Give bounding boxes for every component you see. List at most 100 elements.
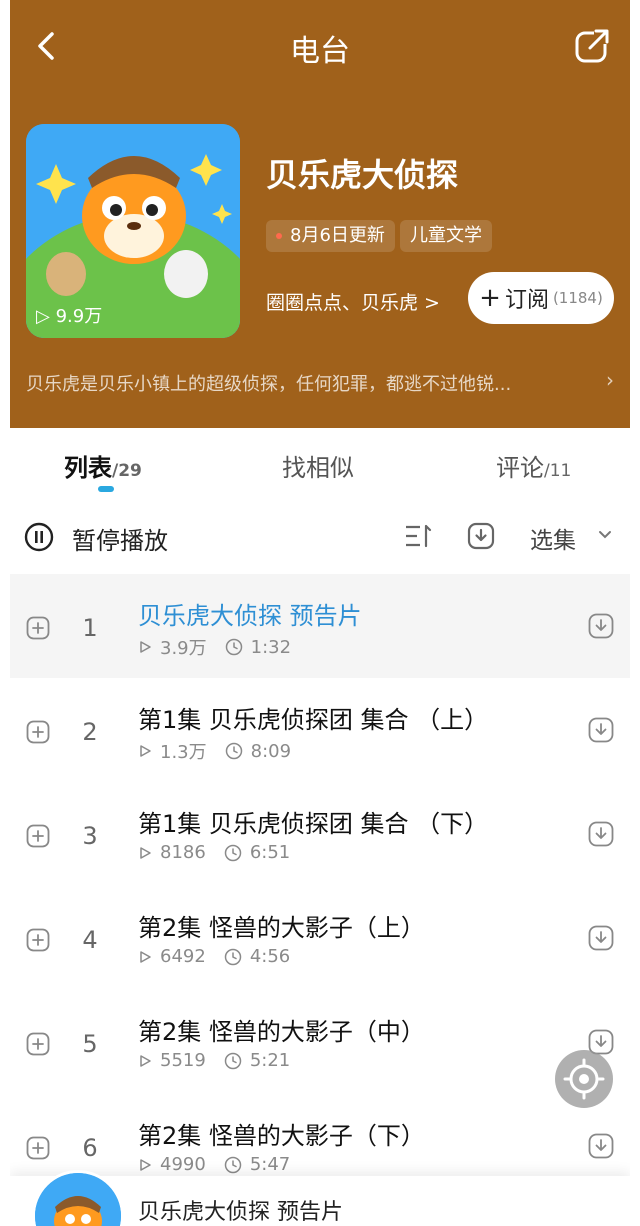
update-tag-label: 8月6日更新 [290, 225, 385, 246]
locate-icon [563, 1058, 605, 1100]
episode-play-count: 8186 [160, 842, 206, 863]
select-episodes-label[interactable]: 选集 [530, 521, 576, 555]
play-count-icon [140, 1054, 151, 1067]
download-icon[interactable] [588, 820, 614, 848]
download-all-icon[interactable] [466, 521, 496, 551]
episode-title[interactable]: 第2集 怪兽的大影子（下） [138, 1116, 425, 1151]
episode-meta: 6492 4:56 [138, 946, 290, 967]
episode-title[interactable]: 第2集 怪兽的大影子（上） [138, 908, 425, 943]
play-count-icon [140, 745, 151, 757]
play-count-icon [140, 950, 151, 963]
episode-meta: 8186 6:51 [138, 842, 290, 863]
page-title: 电台 [290, 34, 350, 69]
clock-icon [225, 638, 242, 656]
download-icon[interactable] [588, 1132, 614, 1160]
episode-duration-group: 4:56 [224, 946, 290, 967]
episode-meta: 3.9万 1:32 [138, 634, 291, 660]
tab-indicator [98, 486, 114, 492]
album-header: 电台 ▷ 9.9万 贝乐虎大侦探 8月6日更新 儿童文学 圈圈点点、贝乐虎 > … [10, 0, 630, 428]
tab-count: /11 [544, 461, 572, 481]
author-link[interactable]: 圈圈点点、贝乐虎 > [266, 288, 440, 315]
add-to-list-icon[interactable] [26, 720, 50, 744]
chevron-right-icon[interactable]: › [606, 368, 614, 392]
sort-icon[interactable] [404, 522, 432, 550]
episode-duration: 6:51 [249, 842, 291, 863]
episode-play-count: 1.3万 [160, 742, 207, 763]
clock-icon [224, 1052, 242, 1069]
cover-play-count: ▷ 9.9万 [36, 302, 102, 328]
mini-player-title: 贝乐虎大侦探 预告片 [138, 1200, 343, 1225]
episode-play-count: 6492 [160, 946, 206, 967]
mini-cover-icon [35, 1173, 121, 1226]
episode-duration-group: 5:21 [224, 1050, 290, 1071]
album-description[interactable]: 贝乐虎是贝乐小镇上的超级侦探，任何犯罪，都逃不过他锐... [26, 370, 616, 396]
mini-player[interactable]: 贝乐虎大侦探 预告片 [10, 1170, 630, 1226]
add-to-list-icon[interactable] [26, 1136, 50, 1160]
add-to-list-icon[interactable] [26, 616, 50, 640]
play-count-icon [140, 1158, 151, 1171]
pause-label[interactable]: 暂停播放 [72, 521, 168, 556]
download-icon[interactable] [588, 716, 614, 744]
episode-play-count: 4990 [160, 1154, 206, 1175]
share-icon[interactable] [572, 26, 612, 66]
episode-title[interactable]: 第1集 贝乐虎侦探团 集合 （下） [138, 804, 488, 839]
subscribe-label: 订阅 [504, 288, 549, 313]
clock-icon [225, 742, 242, 760]
album-title: 贝乐虎大侦探 [266, 156, 459, 194]
add-to-list-icon[interactable] [26, 928, 50, 952]
episode-number: 5 [82, 1030, 98, 1058]
tab-similar[interactable]: 找相似 [282, 448, 354, 483]
subscribe-count: (1184) [552, 289, 603, 307]
tab-label: 列表 [64, 454, 112, 482]
episode-duration-group: 8:09 [225, 741, 291, 762]
update-tag: 8月6日更新 [266, 220, 395, 252]
episode-meta: 5519 5:21 [138, 1050, 290, 1071]
episode-row[interactable]: 5 第2集 怪兽的大影子（中） 5519 5:21 [10, 990, 630, 1094]
episode-row[interactable]: 1 贝乐虎大侦探 预告片 3.9万 1:32 [10, 574, 630, 678]
play-icon: ▷ [36, 306, 56, 327]
play-count-value: 9.9万 [55, 306, 103, 327]
clock-icon [224, 844, 242, 861]
playlist-toolbar: 暂停播放 选集 [10, 508, 630, 568]
floating-action-button[interactable] [555, 1050, 613, 1108]
album-cover[interactable]: ▷ 9.9万 [26, 124, 240, 338]
episode-number: 4 [82, 926, 98, 954]
episode-duration: 5:47 [249, 1154, 291, 1175]
pause-icon[interactable] [24, 522, 54, 552]
download-icon[interactable] [588, 612, 614, 640]
tab-list[interactable]: 列表/29 [64, 448, 142, 483]
episode-duration-group: 1:32 [225, 637, 291, 658]
mini-player-cover[interactable] [32, 1170, 124, 1226]
episode-duration: 1:32 [250, 636, 292, 658]
episode-meta: 1.3万 8:09 [138, 738, 291, 764]
update-dot-icon [276, 233, 282, 239]
episode-duration: 8:09 [250, 740, 292, 762]
play-count-icon [140, 641, 151, 653]
tab-count: /29 [112, 461, 142, 481]
episode-duration-group: 5:47 [224, 1154, 290, 1175]
play-count-icon [140, 846, 151, 859]
episode-duration-group: 6:51 [224, 842, 290, 863]
episode-duration: 4:56 [249, 946, 291, 967]
episode-title[interactable]: 贝乐虎大侦探 预告片 [138, 596, 362, 631]
add-to-list-icon[interactable] [26, 824, 50, 848]
episode-row[interactable]: 4 第2集 怪兽的大影子（上） 6492 4:56 [10, 886, 630, 990]
chevron-down-icon[interactable] [598, 528, 612, 542]
episode-meta: 4990 5:47 [138, 1154, 290, 1175]
episode-duration: 5:21 [249, 1050, 291, 1071]
clock-icon [224, 948, 242, 965]
episode-row[interactable]: 2 第1集 贝乐虎侦探团 集合 （上） 1.3万 8:09 [10, 678, 630, 782]
episode-list: 1 贝乐虎大侦探 预告片 3.9万 1:32 2 第1集 贝乐虎侦探团 集合 （… [10, 574, 630, 1198]
category-tag[interactable]: 儿童文学 [400, 220, 492, 252]
add-to-list-icon[interactable] [26, 1032, 50, 1056]
episode-title[interactable]: 第2集 怪兽的大影子（中） [138, 1012, 425, 1047]
episode-play-count: 5519 [160, 1050, 206, 1071]
tab-comments[interactable]: 评论/11 [496, 448, 571, 483]
subscribe-button[interactable]: + 订阅 (1184) [468, 272, 614, 324]
download-icon[interactable] [588, 924, 614, 952]
tab-label: 评论 [496, 454, 544, 482]
episode-row[interactable]: 3 第1集 贝乐虎侦探团 集合 （下） 8186 6:51 [10, 782, 630, 886]
episode-title[interactable]: 第1集 贝乐虎侦探团 集合 （上） [138, 700, 488, 735]
episode-play-count: 3.9万 [160, 638, 207, 659]
episode-number: 1 [82, 614, 98, 642]
